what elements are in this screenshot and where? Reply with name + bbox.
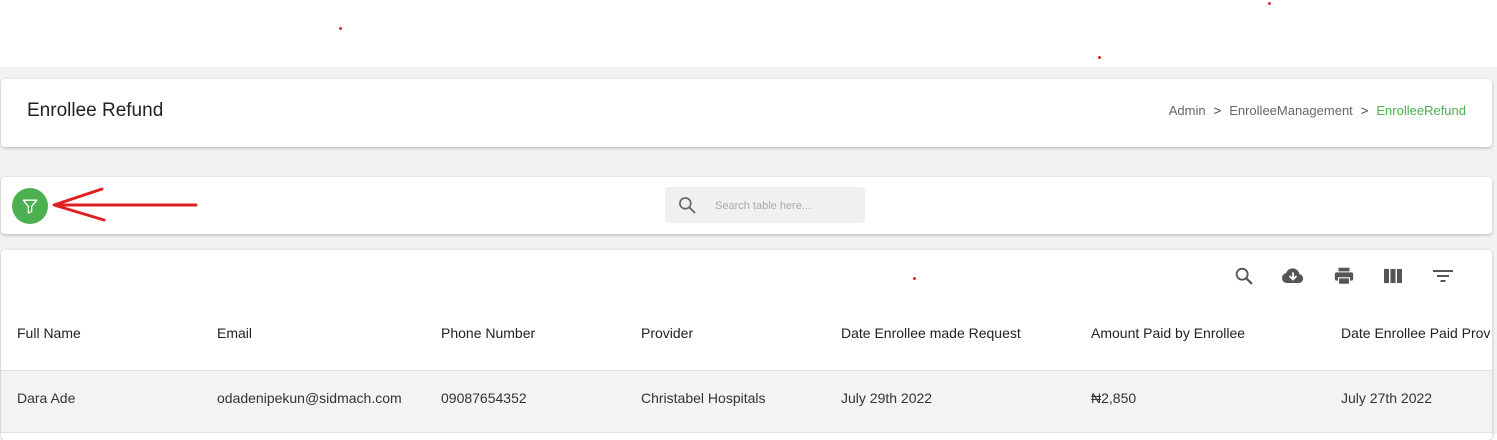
column-header-date-paid-provider[interactable]: Date Enrollee Paid Prov bbox=[1341, 325, 1490, 341]
view-columns-button[interactable] bbox=[1380, 263, 1406, 289]
column-header-date-request[interactable]: Date Enrollee made Request bbox=[841, 325, 1021, 341]
breadcrumb-enrollee-management[interactable]: EnrolleeManagement bbox=[1229, 103, 1353, 118]
filter-icon bbox=[22, 199, 38, 214]
table-search bbox=[665, 187, 865, 223]
column-header-provider[interactable]: Provider bbox=[641, 325, 693, 341]
column-header-email[interactable]: Email bbox=[217, 325, 252, 341]
breadcrumb-separator: > bbox=[1360, 103, 1369, 118]
annotation-dot bbox=[339, 27, 342, 30]
search-icon bbox=[1235, 267, 1253, 285]
print-icon bbox=[1334, 267, 1354, 285]
column-header-amount-paid[interactable]: Amount Paid by Enrollee bbox=[1091, 325, 1245, 341]
page-header: Enrollee Refund Admin > EnrolleeManageme… bbox=[1, 79, 1492, 147]
print-button[interactable] bbox=[1331, 263, 1357, 289]
breadcrumb: Admin > EnrolleeManagement > EnrolleeRef… bbox=[1169, 103, 1466, 118]
breadcrumb-admin[interactable]: Admin bbox=[1169, 103, 1206, 118]
cell-phone-number: 09087654352 bbox=[441, 390, 527, 406]
column-header-phone-number[interactable]: Phone Number bbox=[441, 325, 535, 341]
annotation-dot bbox=[1098, 56, 1101, 59]
filter-button[interactable] bbox=[12, 188, 48, 224]
cell-date-request: July 29th 2022 bbox=[841, 390, 933, 406]
view-columns-icon bbox=[1384, 269, 1402, 283]
column-header-full-name[interactable]: Full Name bbox=[17, 325, 81, 341]
annotation-arrow bbox=[52, 187, 198, 222]
search-input[interactable] bbox=[713, 195, 857, 217]
cell-full-name: Dara Ade bbox=[17, 390, 76, 406]
cell-date-paid-provider: July 27th 2022 bbox=[1341, 390, 1433, 406]
download-icon bbox=[1281, 268, 1304, 283]
cell-amount-paid: ₦2,850 bbox=[1091, 390, 1137, 406]
cell-provider: Christabel Hospitals bbox=[641, 390, 766, 406]
filter-list-icon bbox=[1433, 270, 1453, 282]
table-search-button[interactable] bbox=[1231, 263, 1257, 289]
annotation-dot bbox=[1268, 2, 1271, 5]
download-button[interactable] bbox=[1280, 263, 1306, 289]
breadcrumb-enrollee-refund: EnrolleeRefund bbox=[1376, 103, 1466, 118]
page-title: Enrollee Refund bbox=[27, 100, 164, 121]
breadcrumb-separator: > bbox=[1213, 103, 1222, 118]
cell-email: odadenipekun@sidmach.com bbox=[217, 390, 402, 406]
search-icon bbox=[679, 197, 696, 214]
annotation-dot bbox=[913, 277, 916, 280]
filter-table-button[interactable] bbox=[1430, 263, 1456, 289]
